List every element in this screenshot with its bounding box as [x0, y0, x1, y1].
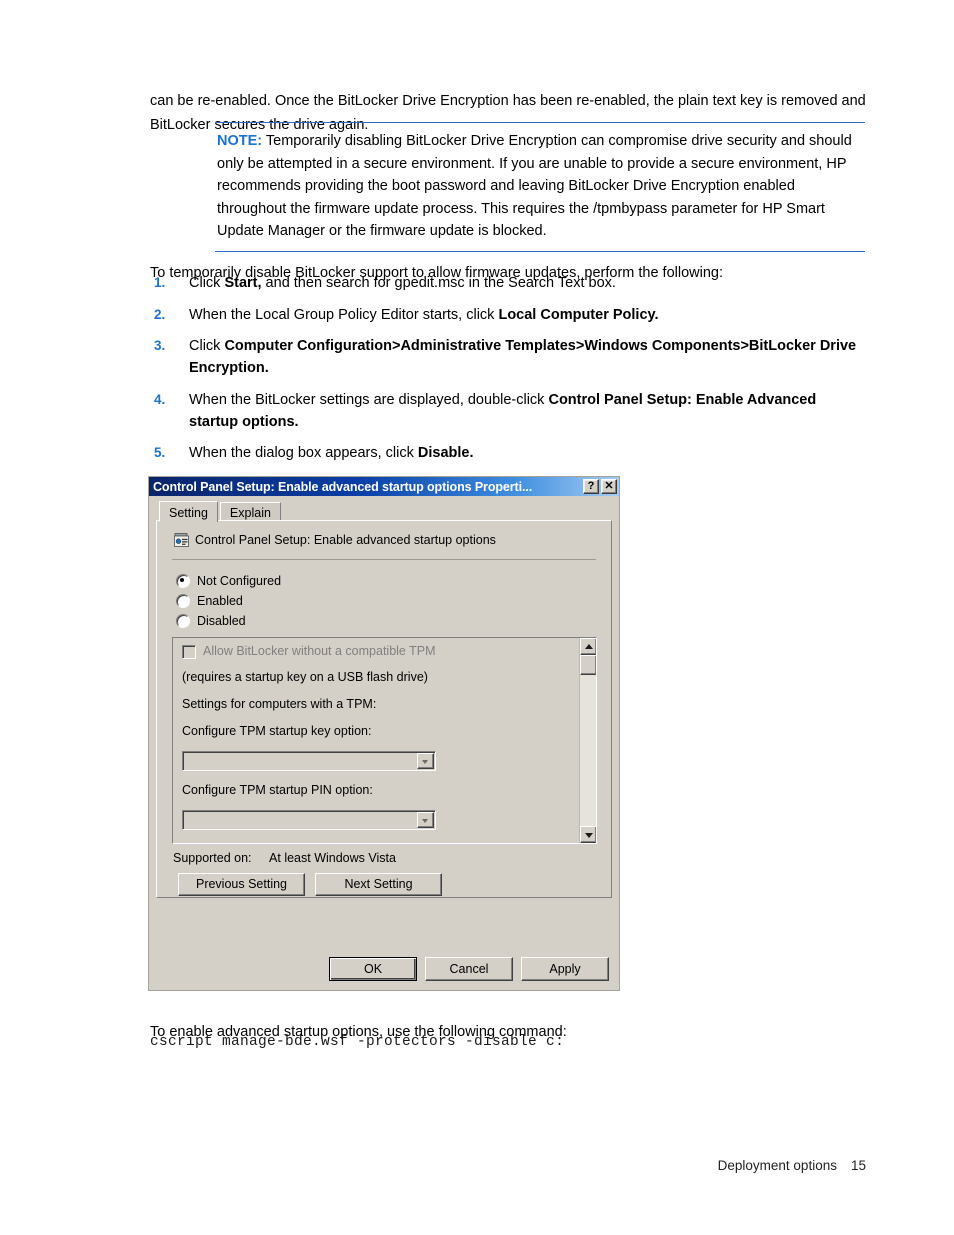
radio-icon[interactable] [176, 594, 190, 608]
configure-tpm-startup-key-label: Configure TPM startup key option: [182, 724, 372, 738]
radio-disabled[interactable]: Disabled [176, 614, 598, 628]
properties-dialog: Control Panel Setup: Enable advanced sta… [148, 476, 620, 991]
step-text-pre: Click [189, 338, 225, 354]
radio-icon[interactable] [176, 614, 190, 628]
note-admonition: NOTE: Temporarily disabling BitLocker Dr… [215, 122, 865, 252]
chevron-down-icon[interactable] [417, 753, 434, 769]
settings-scroll-content: Allow BitLocker without a compatible TPM… [173, 638, 555, 843]
dialog-titlebar[interactable]: Control Panel Setup: Enable advanced sta… [149, 477, 619, 496]
step-text-pre: Click [189, 275, 225, 291]
dialog-title: Control Panel Setup: Enable advanced sta… [153, 479, 533, 494]
step-text-pre: When the Local Group Policy Editor start… [189, 306, 499, 323]
list-item: 1. Click Start, and then search for gpedi… [150, 272, 866, 294]
requires-startup-key-note: (requires a startup key on a USB flash d… [182, 670, 428, 684]
document-page: can be re-enabled. Once the BitLocker Dr… [0, 0, 954, 1235]
list-item: 2. When the Local Group Policy Editor sta… [150, 304, 866, 326]
scroll-down-icon[interactable] [580, 826, 596, 843]
radio-label: Disabled [197, 614, 246, 628]
help-icon[interactable]: ? [583, 479, 599, 494]
note-body: NOTE: Temporarily disabling BitLocker Dr… [215, 130, 865, 243]
vertical-scrollbar[interactable] [579, 638, 596, 843]
checkbox-label: Allow BitLocker without a compatible TPM [203, 644, 436, 658]
page-number: 15 [850, 1158, 866, 1173]
tpm-startup-pin-combobox[interactable] [182, 810, 436, 830]
important-note: IMPORTANT: If you require the startup ke… [182, 842, 546, 843]
scrollbar-thumb[interactable] [580, 655, 596, 675]
previous-setting-button[interactable]: Previous Setting [178, 873, 305, 896]
step-text-bold: Disable. [417, 445, 474, 461]
scroll-up-icon[interactable] [580, 638, 596, 655]
radio-label: Not Configured [197, 574, 282, 588]
step-number: 3. [154, 338, 166, 353]
step-text-bold: Start, [224, 275, 262, 291]
note-label: NOTE: [217, 133, 263, 149]
step-number: 4. [154, 391, 166, 407]
apply-button[interactable]: Apply [521, 957, 609, 981]
dialog-footer-buttons: OK Cancel Apply [149, 957, 619, 981]
page-footer: Deployment options 15 [0, 1158, 954, 1173]
numbered-steps-list: 1. Click Start, and then search for gpedi… [150, 272, 866, 505]
dialog-body: Setting Explain Control Panel Setup: Ena… [149, 496, 619, 981]
cancel-button[interactable]: Cancel [425, 957, 513, 981]
supported-on-value: At least Windows Vista [269, 851, 396, 865]
radio-not-configured[interactable]: Not Configured [176, 574, 598, 588]
step-text-post: and then search for gpedit.msc in the Se… [261, 275, 616, 291]
chevron-down-icon[interactable] [417, 812, 434, 828]
radio-icon-selected[interactable] [176, 574, 190, 588]
step-number: 2. [154, 306, 166, 322]
step-text-pre: When the BitLocker settings are displaye… [189, 391, 549, 408]
close-icon[interactable]: ✕ [601, 479, 617, 494]
step-number: 5. [154, 445, 166, 460]
ok-button[interactable]: OK [329, 957, 417, 981]
tab-explain[interactable]: Explain [219, 502, 281, 521]
radio-enabled[interactable]: Enabled [176, 594, 598, 608]
list-item: 3. Click Computer Configuration>Administr… [150, 335, 866, 379]
supported-on-row: Supported on: At least Windows Vista [173, 851, 598, 865]
command-code-line: cscript manage-bde.wsf -protectors -disa… [150, 1034, 565, 1050]
tab-panel-setting: Control Panel Setup: Enable advanced sta… [156, 520, 612, 898]
note-text: Temporarily disabling BitLocker Drive En… [217, 133, 852, 239]
supported-on-label: Supported on: [173, 851, 252, 865]
configure-tpm-startup-pin-label: Configure TPM startup PIN option: [182, 783, 373, 797]
settings-scroll-panel: Allow BitLocker without a compatible TPM… [172, 637, 597, 844]
allow-bitlocker-without-tpm-checkbox[interactable]: Allow BitLocker without a compatible TPM [182, 644, 546, 659]
policy-title: Control Panel Setup: Enable advanced sta… [195, 533, 496, 547]
next-setting-button[interactable]: Next Setting [315, 873, 442, 896]
divider [172, 559, 596, 560]
step-number: 1. [154, 275, 166, 290]
policy-setting-icon [174, 533, 189, 547]
list-item: 4. When the BitLocker settings are displa… [150, 389, 866, 433]
tpm-startup-key-combobox[interactable] [182, 751, 436, 771]
tab-strip: Setting Explain [159, 501, 612, 522]
step-text-bold: Computer Configuration>Administrative Te… [189, 338, 857, 376]
settings-for-tpm-label: Settings for computers with a TPM: [182, 697, 377, 711]
checkbox-icon[interactable] [182, 644, 196, 659]
tab-setting[interactable]: Setting [159, 501, 218, 522]
step-text-bold: Local Computer Policy. [498, 306, 659, 323]
list-item: 5. When the dialog box appears, click Dis… [150, 442, 866, 464]
policy-header: Control Panel Setup: Enable advanced sta… [170, 533, 598, 547]
radio-label: Enabled [197, 594, 243, 608]
footer-section-name: Deployment options [717, 1158, 837, 1173]
step-text-pre: When the dialog box appears, click [189, 445, 418, 461]
setting-nav-buttons: Previous Setting Next Setting [178, 873, 598, 896]
